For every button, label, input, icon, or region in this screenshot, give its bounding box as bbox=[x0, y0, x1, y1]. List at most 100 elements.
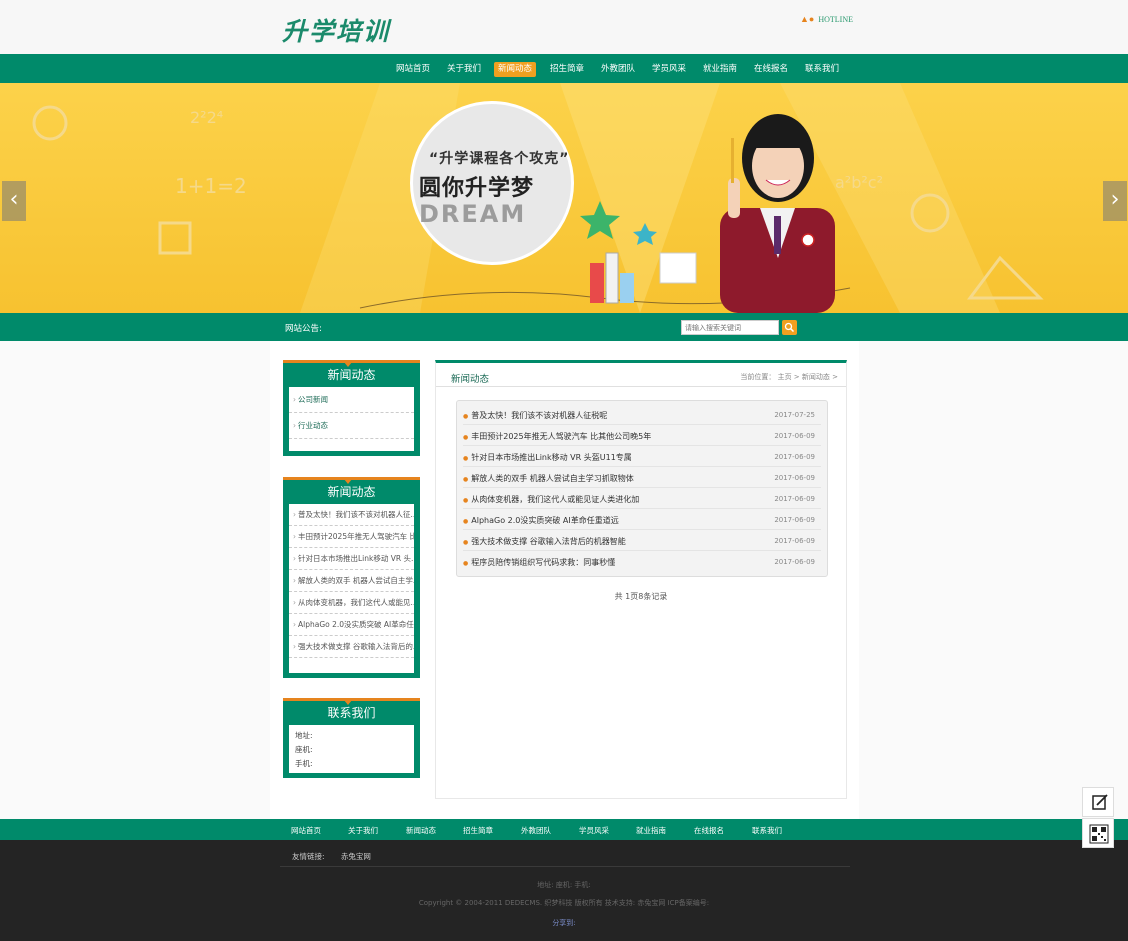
list-item[interactable]: › 强大技术做支撑 谷歌输入法背后的... bbox=[289, 636, 414, 658]
nav-teachers[interactable]: 外教团队 bbox=[597, 62, 639, 77]
bullet-icon: ● bbox=[463, 518, 469, 525]
footer-nav-admissions[interactable]: 招生简章 bbox=[463, 825, 493, 836]
nav-students[interactable]: 学员风采 bbox=[648, 62, 690, 77]
contact-info: 地址: 座机: 手机: bbox=[289, 725, 414, 773]
box-marker-icon bbox=[344, 362, 352, 367]
bullet-icon: › bbox=[293, 642, 296, 651]
nav-admissions[interactable]: 招生简章 bbox=[546, 62, 588, 77]
sidebar-category-list: › 公司新闻 › 行业动态 bbox=[289, 387, 414, 451]
friend-links: 友情链接: 赤兔宝网 bbox=[292, 851, 371, 862]
sidebar-item-label: 公司新闻 bbox=[298, 395, 328, 404]
footer-nav: 网站首页 关于我们 新闻动态 招生简章 外教团队 学员风采 就业指南 在线报名 … bbox=[0, 819, 1128, 840]
news-panel-header: 新闻动态 当前位置： 主页 > 新闻动态 > bbox=[436, 363, 846, 387]
table-row[interactable]: ● 从肉体变机器，我们这代人或能见证人类进化加 2017-06-09 bbox=[463, 488, 821, 509]
nav-contact[interactable]: 联系我们 bbox=[801, 62, 843, 77]
news-date: 2017-06-09 bbox=[774, 474, 815, 482]
site-header: 升学培训 ▲● HOTLINE bbox=[0, 0, 1128, 54]
bullet-icon: › bbox=[293, 554, 296, 563]
news-title[interactable]: 从肉体变机器，我们这代人或能见证人类进化加 bbox=[471, 495, 639, 504]
hero-banner[interactable]: 1+1=2 2²2⁴ a²b²c² “升学课程各个攻克” 圆你升学梦 DREAM… bbox=[0, 83, 1128, 313]
banner-prev-button[interactable]: ‹ bbox=[2, 181, 26, 221]
footer-nav-teachers[interactable]: 外教团队 bbox=[521, 825, 551, 836]
list-item[interactable]: › AlphaGo 2.0没实质突破 AI革命任... bbox=[289, 614, 414, 636]
contact-address: 地址: bbox=[295, 731, 313, 740]
news-title[interactable]: 程序员陪传销组织写代码求救：同事秒懂 bbox=[471, 558, 615, 567]
table-row[interactable]: ● 普及太快！我们该不该对机器人征税呢 2017-07-25 bbox=[463, 404, 821, 425]
qr-code-button[interactable] bbox=[1082, 818, 1114, 848]
banner-next-button[interactable]: › bbox=[1103, 181, 1127, 221]
nav-home[interactable]: 网站首页 bbox=[392, 62, 434, 77]
breadcrumb[interactable]: 当前位置： 主页 > 新闻动态 > bbox=[740, 372, 838, 382]
news-list: ● 普及太快！我们该不该对机器人征税呢 2017-07-25 ● 丰田预计2025年推… bbox=[456, 400, 828, 577]
share-label[interactable]: 分享到: bbox=[0, 918, 1128, 928]
friend-links-label: 友情链接: bbox=[292, 852, 325, 861]
table-row[interactable]: ● 强大技术做支撑 谷歌输入法背后的机器智能 2017-06-09 bbox=[463, 530, 821, 551]
list-item-label: AlphaGo 2.0没实质突破 AI革命任... bbox=[298, 620, 414, 629]
bullet-icon: › bbox=[293, 598, 296, 607]
news-title[interactable]: 解放人类的双手 机器人尝试自主学习抓取物体 bbox=[471, 474, 634, 483]
footer-nav-contact[interactable]: 联系我们 bbox=[752, 825, 782, 836]
search-input[interactable] bbox=[681, 320, 779, 335]
nav-enroll[interactable]: 在线报名 bbox=[750, 62, 792, 77]
site-logo[interactable]: 升学培训 bbox=[282, 12, 390, 48]
footer-nav-students[interactable]: 学员风采 bbox=[579, 825, 609, 836]
footer-nav-home[interactable]: 网站首页 bbox=[291, 825, 321, 836]
news-title[interactable]: 强大技术做支撑 谷歌输入法背后的机器智能 bbox=[471, 537, 626, 546]
contact-mobile: 手机: bbox=[295, 759, 313, 768]
feedback-button[interactable] bbox=[1082, 787, 1114, 817]
nav-about[interactable]: 关于我们 bbox=[443, 62, 485, 77]
sidebar-item-industry-news[interactable]: › 行业动态 bbox=[289, 413, 414, 439]
table-row[interactable]: ● 丰田预计2025年推无人驾驶汽车 比其他公司晚5年 2017-06-09 bbox=[463, 425, 821, 446]
news-date: 2017-06-09 bbox=[774, 537, 815, 545]
student-illustration bbox=[720, 114, 835, 313]
bullet-icon: ● bbox=[463, 560, 469, 567]
main-nav: 网站首页 关于我们 新闻动态 招生简章 外教团队 学员风采 就业指南 在线报名 … bbox=[0, 54, 1128, 83]
search-icon bbox=[784, 322, 795, 333]
news-title[interactable]: 丰田预计2025年推无人驾驶汽车 比其他公司晚5年 bbox=[471, 432, 651, 441]
list-item[interactable]: › 从肉体变机器，我们这代人或能见... bbox=[289, 592, 414, 614]
page-title: 新闻动态 bbox=[451, 374, 490, 385]
box-marker-icon bbox=[344, 700, 352, 705]
bullet-icon: › bbox=[293, 510, 296, 519]
table-row[interactable]: ● AlphaGo 2.0没实质突破 AI革命任重道远 2017-06-09 bbox=[463, 509, 821, 530]
nav-jobs[interactable]: 就业指南 bbox=[699, 62, 741, 77]
news-date: 2017-06-09 bbox=[774, 516, 815, 524]
footer-divider bbox=[280, 866, 850, 867]
table-row[interactable]: ● 程序员陪传销组织写代码求救：同事秒懂 2017-06-09 bbox=[463, 551, 821, 572]
news-title[interactable]: AlphaGo 2.0没实质突破 AI革命任重道远 bbox=[471, 516, 618, 525]
footer-nav-news[interactable]: 新闻动态 bbox=[406, 825, 436, 836]
notice-label: 网站公告: bbox=[285, 324, 322, 334]
table-row[interactable]: ● 针对日本市场推出Link移动 VR 头盔U11专属 2017-06-09 bbox=[463, 446, 821, 467]
footer-nav-enroll[interactable]: 在线报名 bbox=[694, 825, 724, 836]
sidebar-news-list: › 普及太快！我们该不该对机器人征... › 丰田预计2025年推无人驾驶汽车 比.… bbox=[289, 504, 414, 673]
table-row[interactable]: ● 解放人类的双手 机器人尝试自主学习抓取物体 2017-06-09 bbox=[463, 467, 821, 488]
footer-nav-jobs[interactable]: 就业指南 bbox=[636, 825, 666, 836]
edit-icon bbox=[1092, 794, 1108, 810]
news-date: 2017-06-09 bbox=[774, 432, 815, 440]
list-item-label: 强大技术做支撑 谷歌输入法背后的... bbox=[298, 642, 414, 651]
nav-news[interactable]: 新闻动态 bbox=[494, 62, 537, 77]
bullet-icon: ● bbox=[463, 476, 469, 483]
sidebar-item-label: 行业动态 bbox=[298, 421, 328, 430]
friend-link[interactable]: 赤兔宝网 bbox=[341, 852, 371, 861]
qr-code-icon bbox=[1089, 824, 1109, 844]
sidebar-category-box: 新闻动态 › 公司新闻 › 行业动态 bbox=[283, 360, 420, 456]
news-title[interactable]: 针对日本市场推出Link移动 VR 头盔U11专属 bbox=[471, 453, 632, 462]
main-content-area: 新闻动态 › 公司新闻 › 行业动态 新闻动态 › 普及太快！我们该不该对机器人征..… bbox=[270, 341, 859, 819]
pagination: 共 1页8条记录 bbox=[614, 592, 668, 601]
site-footer: 友情链接: 赤兔宝网 地址: 座机: 手机: Copyright © 2004-… bbox=[0, 840, 1128, 941]
news-title[interactable]: 普及太快！我们该不该对机器人征税呢 bbox=[471, 411, 607, 420]
news-date: 2017-06-09 bbox=[774, 558, 815, 566]
sidebar-contact-box: 联系我们 地址: 座机: 手机: bbox=[283, 698, 420, 778]
list-item[interactable]: › 普及太快！我们该不该对机器人征... bbox=[289, 504, 414, 526]
footer-nav-about[interactable]: 关于我们 bbox=[348, 825, 378, 836]
sidebar-item-company-news[interactable]: › 公司新闻 bbox=[289, 387, 414, 413]
box-marker-icon bbox=[344, 479, 352, 484]
list-item[interactable]: › 丰田预计2025年推无人驾驶汽车 比... bbox=[289, 526, 414, 548]
slogan-line3: DREAM bbox=[419, 200, 527, 228]
list-item[interactable]: › 解放人类的双手 机器人尝试自主学... bbox=[289, 570, 414, 592]
news-panel: 新闻动态 当前位置： 主页 > 新闻动态 > ● 普及太快！我们该不该对机器人征税… bbox=[435, 360, 847, 799]
list-item[interactable]: › 针对日本市场推出Link移动 VR 头... bbox=[289, 548, 414, 570]
bullet-icon: ● bbox=[463, 539, 469, 546]
search-button[interactable] bbox=[782, 320, 797, 335]
